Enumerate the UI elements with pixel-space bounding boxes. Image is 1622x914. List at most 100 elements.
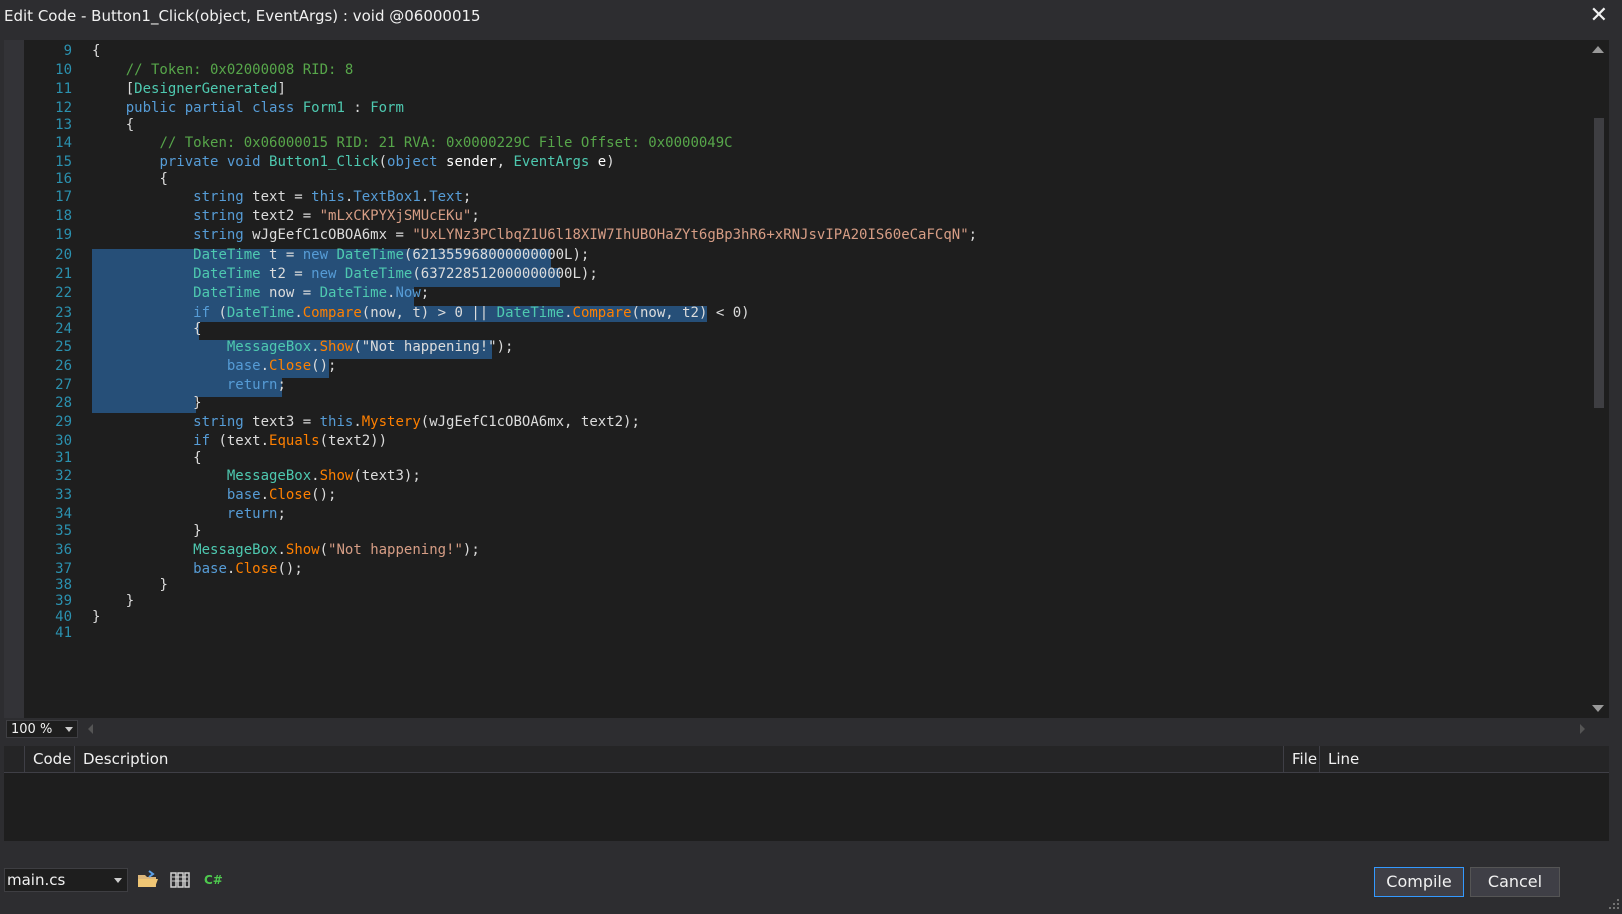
method-name: Button1_Click xyxy=(269,154,379,170)
svg-text:C#: C# xyxy=(204,873,223,887)
line-number: 19 xyxy=(55,227,72,243)
line-number: 33 xyxy=(55,487,72,503)
string-literal-key: "UxLYNz3PClbqZ1U6l18XIW7IhUBOHaZYt6gBp3h… xyxy=(412,227,969,243)
code-line-22: DateTime now = DateTime.Now; xyxy=(193,285,430,301)
references-icon[interactable] xyxy=(168,868,192,892)
chevron-down-icon xyxy=(114,878,122,883)
vertical-scrollbar[interactable] xyxy=(1587,40,1609,718)
line-number: 24 xyxy=(55,321,72,337)
footer-bar: main.cs C# Compile Cancel xyxy=(0,860,1622,911)
code-area[interactable]: { // Token: 0x02000008 RID: 8 [DesignerG… xyxy=(72,40,1587,718)
column-file[interactable]: File xyxy=(1283,746,1319,772)
column-description[interactable]: Description xyxy=(74,746,1283,772)
scroll-thumb[interactable] xyxy=(1594,118,1604,408)
param-sender: sender xyxy=(446,154,497,170)
line-number: 21 xyxy=(55,266,72,282)
editor-margin xyxy=(4,40,24,718)
open-file-icon[interactable] xyxy=(136,868,160,892)
title-bar: Edit Code - Button1_Click(object, EventA… xyxy=(0,0,1622,34)
code-line-14: // Token: 0x06000015 RID: 21 RVA: 0x0000… xyxy=(92,134,733,153)
number-zero-1: 0 xyxy=(454,305,463,321)
line-number: 36 xyxy=(55,542,72,558)
line-number: 20 xyxy=(55,247,72,263)
resize-grip-icon[interactable] xyxy=(1606,895,1620,909)
line-number: 35 xyxy=(55,523,72,539)
code-line-16: { xyxy=(159,171,168,187)
cancel-button[interactable]: Cancel xyxy=(1470,867,1560,897)
line-number: 41 xyxy=(55,625,72,641)
code-line-32: MessageBox.Show(text3); xyxy=(226,468,421,484)
window-title: Edit Code - Button1_Click(object, EventA… xyxy=(4,7,481,25)
line-number: 28 xyxy=(55,395,72,411)
code-line-15: private void Button1_Click(object sender… xyxy=(159,154,615,170)
member-now: Now xyxy=(395,285,421,301)
code-line-36: MessageBox.Show("Not happening!"); xyxy=(193,542,480,558)
code-line-40: } xyxy=(92,609,101,625)
code-line-20: DateTime t = new DateTime(62135596800000… xyxy=(193,247,590,263)
string-literal-not-happening-1: "Not happening!" xyxy=(361,339,497,355)
line-number: 13 xyxy=(55,117,72,133)
zoom-value: 100 % xyxy=(11,722,53,737)
attribute-designer-generated: DesignerGenerated xyxy=(134,81,278,97)
code-line-17: string text = this.TextBox1.Text; xyxy=(193,189,472,205)
line-number: 31 xyxy=(55,450,72,466)
class-name: Form1 xyxy=(302,100,345,116)
line-number: 27 xyxy=(55,377,72,393)
method-equals: Equals xyxy=(269,433,320,449)
code-line-21: DateTime t2 = new DateTime(6372285120000… xyxy=(193,266,598,282)
line-number: 14 xyxy=(55,135,72,151)
compile-button[interactable]: Compile xyxy=(1374,867,1464,897)
line-number: 26 xyxy=(55,358,72,374)
code-line-11: [DesignerGenerated] xyxy=(125,81,286,97)
scroll-left-arrow-icon[interactable] xyxy=(88,724,93,734)
variable-key: wJgEefC1cOBOA6mx xyxy=(252,227,388,243)
horizontal-scroll-bar: 100 % xyxy=(4,718,1609,740)
line-number: 16 xyxy=(55,171,72,187)
code-editor[interactable]: 9 10 11 12 13 14 15 16 17 18 19 20 21 22 23 24 25 26 27 28 2… xyxy=(4,40,1609,718)
line-number: 18 xyxy=(55,208,72,224)
scroll-right-arrow-icon[interactable] xyxy=(1580,724,1585,734)
column-line[interactable]: Line xyxy=(1319,746,1369,772)
code-line-26: base.Close(); xyxy=(226,358,337,374)
scroll-down-arrow-icon[interactable] xyxy=(1592,705,1604,712)
number-literal-t: 621355968000000000L xyxy=(412,247,573,263)
line-number: 25 xyxy=(55,339,72,355)
code-line-18: string text2 = "mLxCKPYXjSMUcEKu"; xyxy=(193,208,480,224)
comment-token-method: // Token: 0x06000015 RID: 21 RVA: 0x0000… xyxy=(159,135,733,151)
line-number: 32 xyxy=(55,468,72,484)
column-code[interactable]: Code xyxy=(24,746,74,772)
scroll-up-arrow-icon[interactable] xyxy=(1592,46,1604,53)
code-line-10: // Token: 0x02000008 RID: 8 xyxy=(92,61,354,80)
file-select-value: main.cs xyxy=(7,871,66,889)
line-number: 17 xyxy=(55,189,72,205)
code-line-12: public partial class Form1 : Form xyxy=(125,100,404,116)
line-number: 22 xyxy=(55,285,72,301)
number-zero-2: 0 xyxy=(732,305,742,321)
code-line-9: { xyxy=(92,43,101,59)
file-select[interactable]: main.cs xyxy=(4,868,128,892)
member-text: Text xyxy=(429,189,463,205)
member-textbox1: TextBox1 xyxy=(353,189,421,205)
line-number-gutter: 9 10 11 12 13 14 15 16 17 18 19 20 21 22 23 24 25 26 27 28 2… xyxy=(24,40,72,718)
error-list-header: Code Description File Line xyxy=(4,746,1609,773)
base-class-name: Form xyxy=(370,100,404,116)
chevron-down-icon xyxy=(65,727,73,732)
code-line-27: return; xyxy=(226,377,286,393)
zoom-select[interactable]: 100 % xyxy=(6,720,78,738)
close-icon[interactable]: ✕ xyxy=(1590,3,1608,28)
code-line-13: { xyxy=(125,117,135,133)
line-number: 29 xyxy=(55,414,72,430)
code-line-29: string text3 = this.Mystery(wJgEefC1cOBO… xyxy=(193,414,640,430)
code-line-28: } xyxy=(193,395,202,411)
string-literal-text2: "mLxCKPYXjSMUcEKu" xyxy=(319,208,472,224)
code-line-31: { xyxy=(193,450,202,466)
csharp-icon[interactable]: C# xyxy=(202,868,226,892)
method-mystery: Mystery xyxy=(361,414,421,430)
param-e: e xyxy=(597,154,607,170)
number-literal-t2: 637228512000000000L xyxy=(420,266,581,282)
error-list-panel: Code Description File Line xyxy=(4,746,1609,841)
string-literal-not-happening-2: "Not happening!" xyxy=(328,542,463,558)
code-line-33: base.Close(); xyxy=(226,487,337,503)
line-number: 9 xyxy=(63,43,72,59)
code-line-24: { xyxy=(193,321,202,337)
